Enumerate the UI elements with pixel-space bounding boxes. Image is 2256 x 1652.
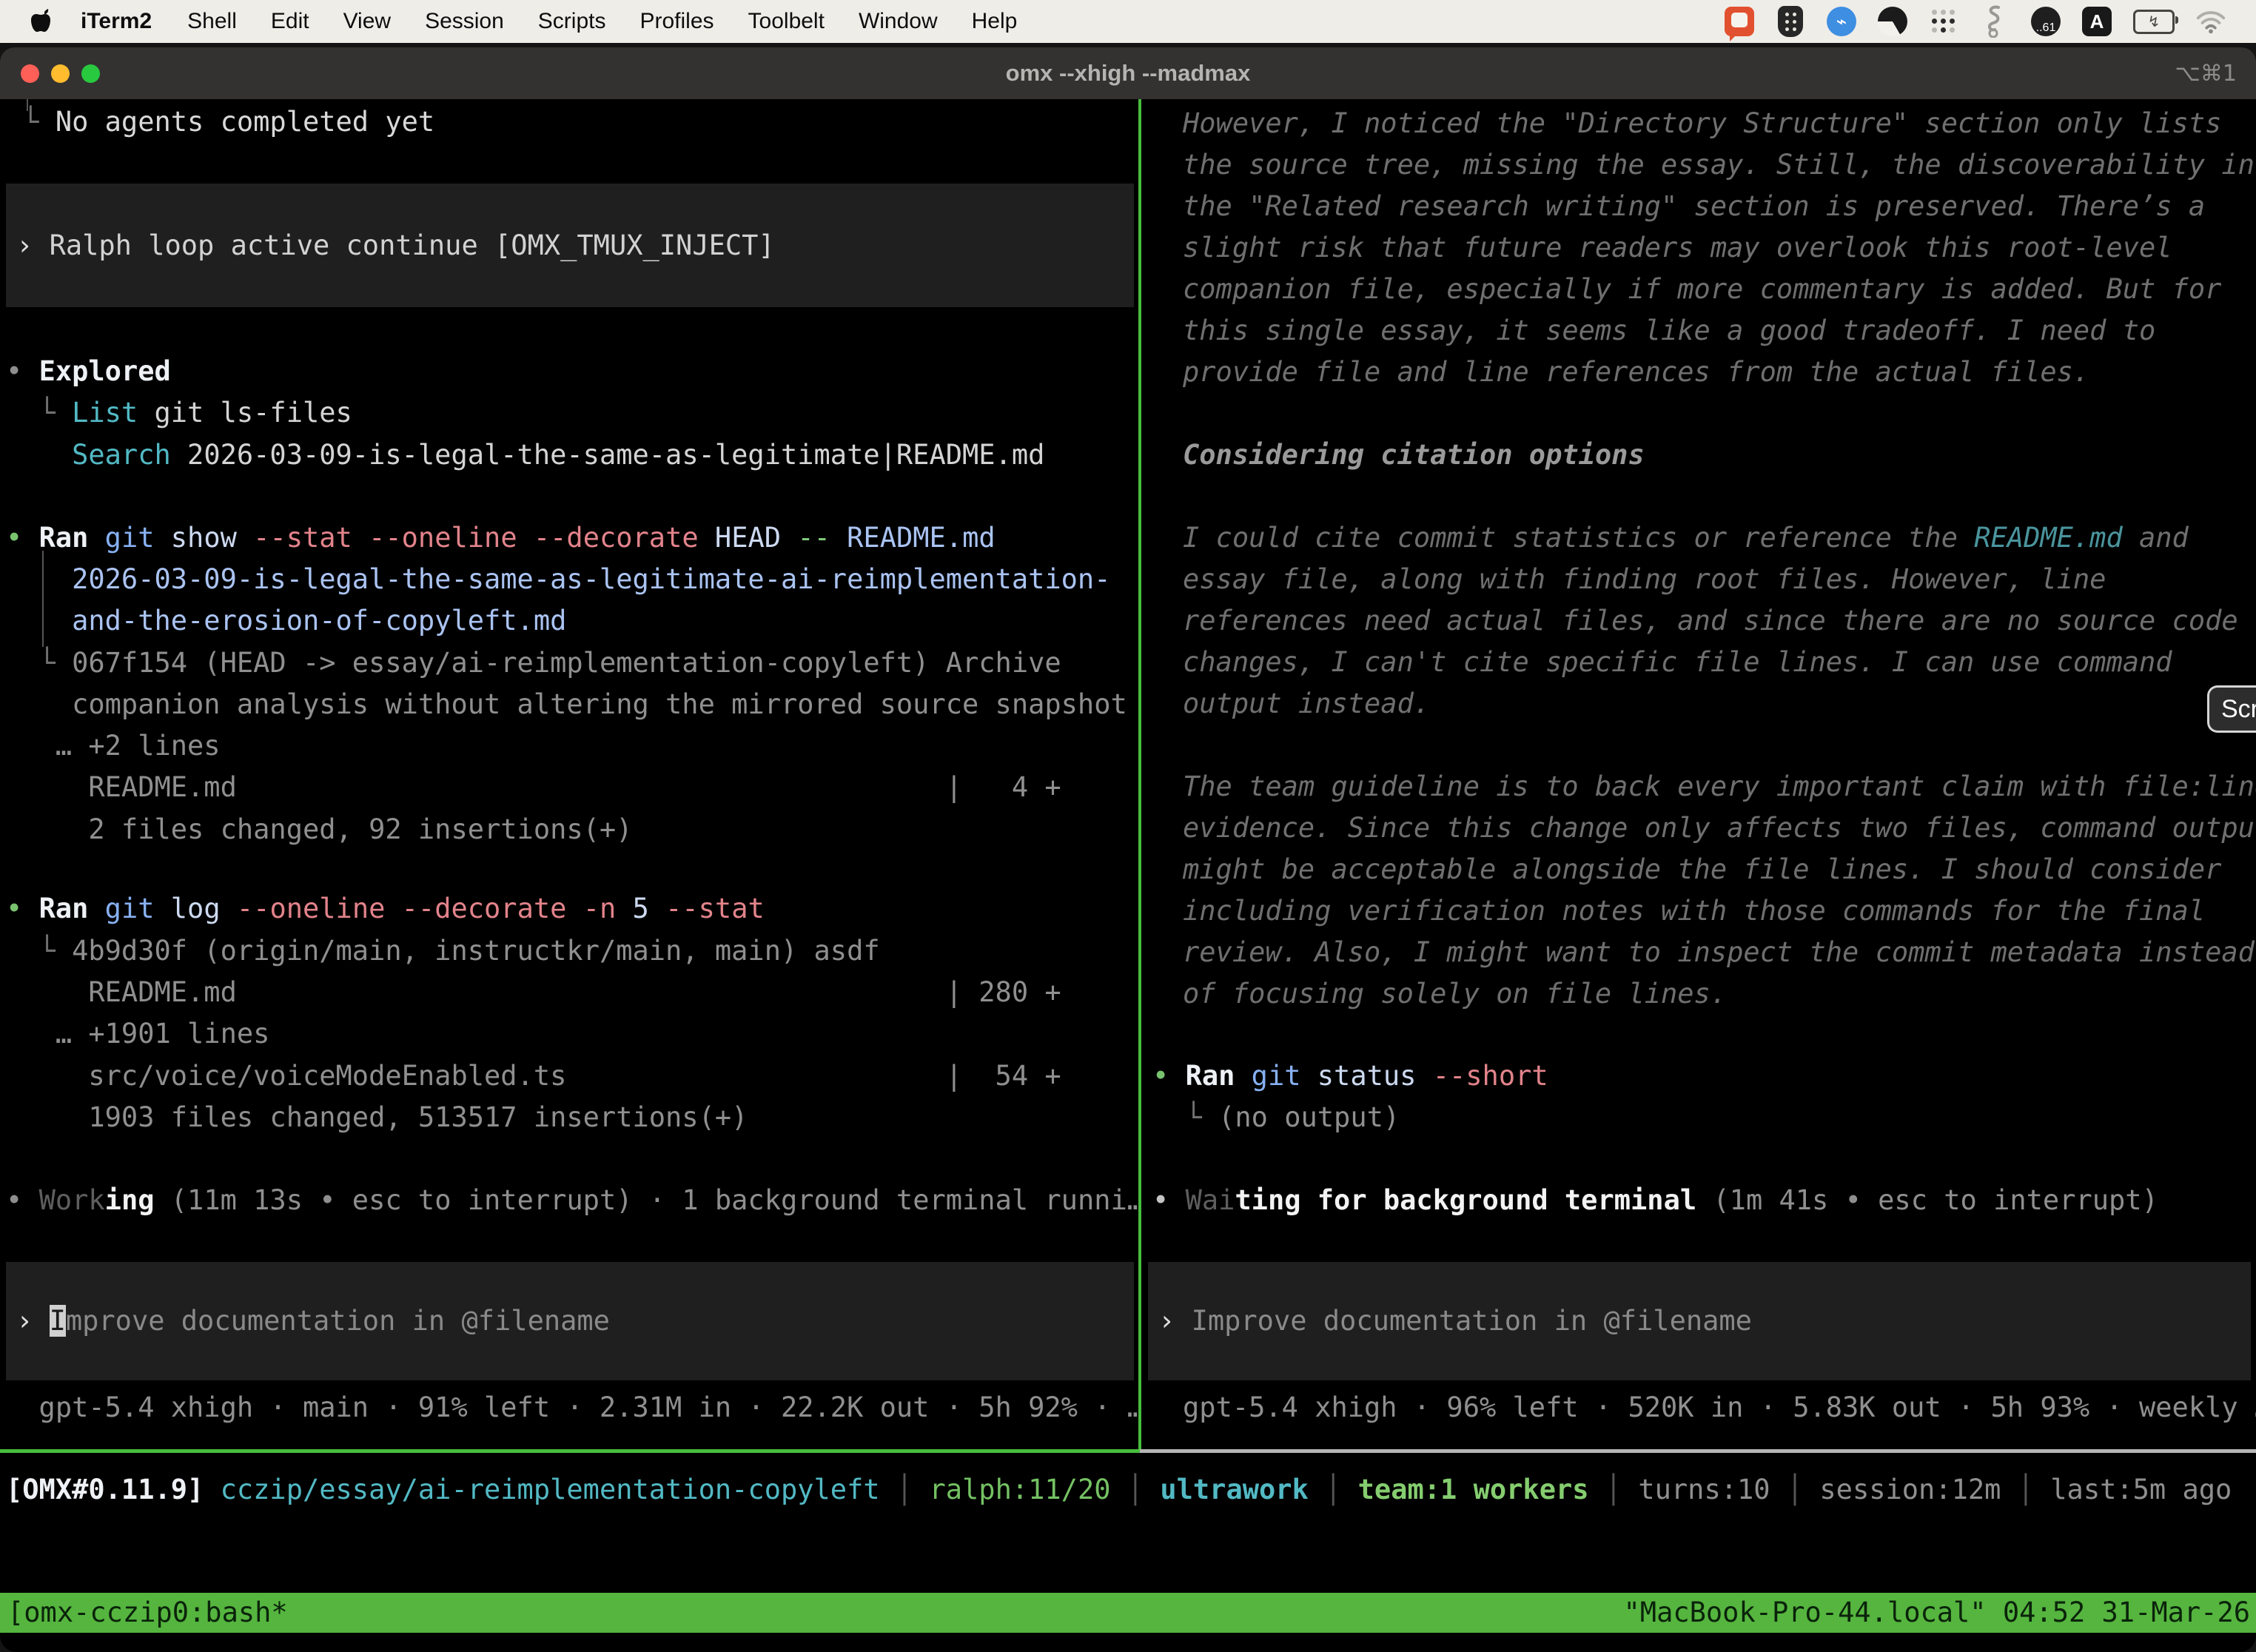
- timer-badge-icon[interactable]: ..61: [2031, 7, 2061, 36]
- git-show-arg-wrap1: 2026-03-09-is-legal-the-same-as-legitima…: [6, 559, 1110, 600]
- ralph-loop-box[interactable]: › Ralph loop active continue [OMX_TMUX_I…: [6, 184, 1134, 307]
- thinking-paragraph-line: However, I noticed the "Directory Struct…: [1183, 103, 2221, 144]
- explored-search-line: Search 2026-03-09-is-legal-the-same-as-l…: [6, 434, 1044, 476]
- bolt-badge-icon[interactable]: ⌁: [1827, 7, 1856, 36]
- crescent-pie-icon[interactable]: [1878, 7, 1907, 36]
- iterm2-window: omx --xhigh --madmax ⌥⌘1 └ No agents com…: [0, 47, 2256, 1652]
- thinking-paragraph-line: evidence. Since this change only affects…: [1183, 807, 2256, 849]
- window-title-bar[interactable]: omx --xhigh --madmax ⌥⌘1: [0, 47, 2256, 99]
- thinking-paragraph-line: companion file, especially if more comme…: [1183, 269, 2221, 310]
- prompt-input-right-text: › Improve documentation in @filename: [1158, 1300, 1752, 1342]
- thinking-paragraph-line: essay file, along with finding root file…: [1183, 559, 2106, 600]
- thinking-paragraph-line: might be acceptable alongside the file l…: [1183, 849, 2221, 890]
- no-agents-line: └ No agents completed yet: [6, 101, 434, 143]
- thinking-paragraph-line: I could cite commit statistics or refere…: [1183, 517, 2189, 559]
- omx-team: team:1 workers: [1358, 1474, 1589, 1505]
- readme-link: README.md: [1974, 522, 2122, 554]
- menu-status-area: ⌁ ..61 A ↯: [1724, 6, 2256, 37]
- keypad-shield-icon[interactable]: [1778, 6, 1803, 37]
- thinking-paragraph-line: including verification notes with those …: [1183, 890, 2205, 932]
- thinking-paragraph-line: changes, I can't cite specific file line…: [1183, 642, 2172, 683]
- wifi-icon[interactable]: [2195, 6, 2226, 37]
- pane-border-bottom-left: [0, 1449, 1140, 1453]
- text-cursor: I: [50, 1305, 66, 1337]
- apple-menu-icon[interactable]: [28, 7, 53, 36]
- git-log-output-2: README.md | 280 +: [6, 972, 1061, 1013]
- menu-session[interactable]: Session: [408, 9, 521, 34]
- menu-scripts[interactable]: Scripts: [521, 9, 623, 34]
- menu-help[interactable]: Help: [955, 9, 1035, 34]
- screen-share-overlay-button[interactable]: Scre: [2207, 685, 2256, 733]
- window-title: omx --xhigh --madmax: [0, 60, 2256, 87]
- working-status-line: • Working (11m 13s • esc to interrupt) ·…: [6, 1180, 1138, 1221]
- dots-grid-icon[interactable]: [1928, 6, 1959, 37]
- menu-shell[interactable]: Shell: [170, 9, 254, 34]
- menu-profiles[interactable]: Profiles: [622, 9, 731, 34]
- omx-version: [OMX#0.11.9]: [6, 1474, 204, 1505]
- tool-call-git-status: • Ran git status --short: [1152, 1055, 1548, 1097]
- thinking-section-heading: Considering citation options: [1183, 434, 1645, 476]
- tmux-host-clock: "MacBook-Pro-44.local" 04:52 31-Mar-26: [1624, 1593, 2256, 1633]
- omx-turns: turns:10: [1638, 1474, 1770, 1505]
- thinking-paragraph-line: output instead.: [1183, 683, 1430, 725]
- git-show-output-3: … +2 lines: [6, 725, 221, 767]
- thinking-paragraph-line: The team guideline is to back every impo…: [1183, 766, 2256, 807]
- git-log-output-1: └ 4b9d30f (origin/main, instructkr/main,…: [6, 930, 880, 972]
- desktop: { "colors": { "accent_green": "#47bd3d",…: [0, 0, 2256, 1652]
- omx-last: last:5m ago: [2050, 1474, 2232, 1505]
- terminal-content: └ No agents completed yet › Ralph loop a…: [0, 99, 2256, 1449]
- battery-icon[interactable]: ↯: [2133, 10, 2175, 34]
- model-status-line-left: gpt-5.4 xhigh · main · 91% left · 2.31M …: [6, 1387, 1138, 1428]
- tmux-window-tab[interactable]: [omx-cczip0:bash*: [0, 1593, 288, 1633]
- git-show-output-5: 2 files changed, 92 insertions(+): [6, 809, 632, 850]
- explored-header: • Explored: [6, 351, 171, 392]
- git-show-output-1: └ 067f154 (HEAD -> essay/ai-reimplementa…: [6, 642, 1061, 684]
- thinking-paragraph-line: the "Related research writing" section i…: [1183, 186, 2205, 227]
- git-log-output-5: 1903 files changed, 513517 insertions(+): [6, 1097, 748, 1138]
- explored-list-line: └ List git ls-files: [6, 392, 352, 434]
- prompt-input-right[interactable]: › Improve documentation in @filename: [1148, 1262, 2251, 1380]
- right-pane[interactable]: However, I noticed the "Directory Struct…: [1142, 99, 2256, 1449]
- menu-toolbelt[interactable]: Toolbelt: [731, 9, 842, 34]
- omx-status-line: [OMX#0.11.9] cczip/essay/ai-reimplementa…: [6, 1469, 2232, 1511]
- tmux-status-bar: [omx-cczip0:bash* "MacBook-Pro-44.local"…: [0, 1593, 2256, 1633]
- menu-window[interactable]: Window: [842, 9, 955, 34]
- thinking-paragraph-line: of focusing solely on file lines.: [1183, 973, 1727, 1015]
- prompt-input-left-text: › Improve documentation in @filename: [16, 1300, 610, 1342]
- git-status-output: └ (no output): [1152, 1097, 1400, 1138]
- git-log-output-3: … +1901 lines: [6, 1013, 269, 1055]
- model-status-line-right: gpt-5.4 xhigh · 96% left · 520K in · 5.8…: [1183, 1387, 2256, 1428]
- tool-call-git-log: • Ran git log --oneline --decorate -n 5 …: [6, 888, 765, 930]
- omx-session: session:12m: [1819, 1474, 2001, 1505]
- left-pane[interactable]: └ No agents completed yet › Ralph loop a…: [0, 99, 1138, 1449]
- thinking-paragraph-line: provide file and line references from th…: [1183, 352, 2089, 393]
- tool-call-git-show: • Ran git show --stat --oneline --decora…: [6, 517, 996, 559]
- thinking-paragraph-line: slight risk that future readers may over…: [1183, 227, 2172, 269]
- menu-view[interactable]: View: [326, 9, 408, 34]
- tailscale-icon[interactable]: [1979, 6, 2010, 37]
- git-show-output-4: README.md | 4 +: [6, 767, 1061, 808]
- screen-record-icon[interactable]: [1725, 7, 1754, 36]
- git-show-output-2: companion analysis without altering the …: [6, 684, 1127, 725]
- menu-iterm2[interactable]: iTerm2: [64, 9, 170, 34]
- pane-border-bottom-right: [1140, 1449, 2256, 1453]
- thinking-paragraph-line: references need actual files, and since …: [1183, 600, 2238, 642]
- thinking-paragraph-line: this single essay, it seems like a good …: [1183, 310, 2155, 352]
- menu-bar: iTerm2 Shell Edit View Session Scripts P…: [0, 0, 2256, 43]
- omx-branch-path: cczip/essay/ai-reimplementation-copyleft: [221, 1474, 880, 1505]
- window-shortcut-badge: ⌥⌘1: [2175, 61, 2237, 87]
- waiting-status-line: • Waiting for background terminal (1m 41…: [1152, 1180, 2158, 1221]
- git-show-arg-wrap2: and-the-erosion-of-copyleft.md: [6, 600, 566, 642]
- thinking-paragraph-line: review. Also, I might want to inspect th…: [1183, 932, 2255, 973]
- pane-divider[interactable]: [1138, 99, 1141, 1452]
- omx-mode: ultrawork: [1160, 1474, 1308, 1505]
- git-log-output-4: src/voice/voiceModeEnabled.ts | 54 +: [6, 1055, 1061, 1097]
- ralph-loop-line: › Ralph loop active continue [OMX_TMUX_I…: [16, 225, 775, 266]
- input-source-icon[interactable]: A: [2082, 7, 2112, 36]
- prompt-input-left[interactable]: › Improve documentation in @filename: [6, 1262, 1134, 1380]
- menu-edit[interactable]: Edit: [254, 9, 326, 34]
- omx-ralph-counter: ralph:11/20: [929, 1474, 1110, 1505]
- thinking-paragraph-line: the source tree, missing the essay. Stil…: [1183, 144, 2255, 186]
